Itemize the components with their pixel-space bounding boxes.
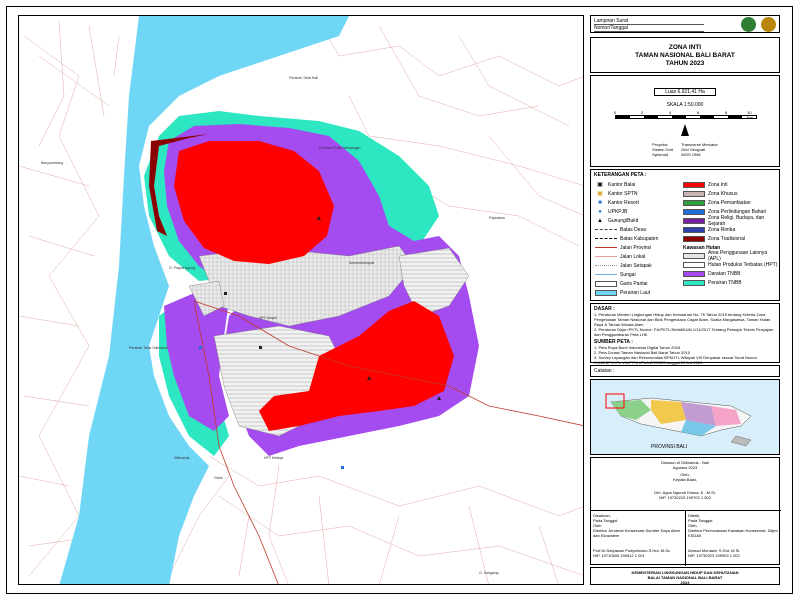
- map-canvas[interactable]: Banyuwedang Perairan Selat Bali Perairan…: [18, 15, 584, 585]
- scale-tick-0: 0: [614, 110, 617, 115]
- legend-title: KETERANGAN PETA :: [594, 172, 647, 178]
- legend-daratan: Daratan TNBB: [683, 269, 779, 278]
- legend-line-batas-kab: Batas Kabupaten: [595, 234, 685, 243]
- legend-line-jalan-lokal: Jalan Lokal: [595, 252, 685, 261]
- mountain-icon: ▲: [597, 217, 603, 224]
- scale-tick-4: 4: [669, 110, 672, 115]
- dasar-box: DASAR : 1. Peraturan Menteri Lingkungan …: [590, 303, 780, 365]
- legend-zona-tradisional: Zona Tradisional: [683, 234, 779, 243]
- sig-kepala-nip: NIP. 19730219 199703 1 002: [659, 495, 711, 500]
- legend-hpt: Hutan Produksi Terbatas (HPT): [683, 260, 779, 269]
- inset-map: PROVINSI BALI: [591, 380, 779, 454]
- legend-item-upkpjb: ● UPKPJB: [595, 207, 685, 216]
- title-line2: TAMAN NASIONAL BALI BARAT: [635, 52, 735, 59]
- catatan-label: Catatan :: [594, 368, 615, 374]
- map-label-hpt-ampel: HPT Ampel: [259, 316, 277, 320]
- sig-right: Diteliti, Pada Tanggal Oleh, Direktur Pe…: [686, 510, 781, 566]
- scale-box: Luas 6.921,41 Ha SKALA 1:50.000 0 2 4 6 …: [590, 75, 780, 167]
- map-label-pejarakan: Pejarakan: [489, 216, 505, 220]
- map-label-banyuwedang: Banyuwedang: [41, 161, 64, 165]
- scale-bar: 0 2 4 6 8 10 Km: [614, 110, 757, 120]
- map-label-hpt-melaya: HPT Melaya: [264, 456, 284, 460]
- legend-box: KETERANGAN PETA : ▣ Kantor Balai ▣ Kantor …: [590, 169, 780, 301]
- footer-box: KEMENTERIAN LINGKUNGAN HIDUP DAN KEHUTAN…: [590, 567, 780, 585]
- legend-apl: Area Penggunaan Lainnya (APL): [683, 250, 779, 262]
- proj-value-2: WGS 1984: [681, 152, 701, 157]
- footer-line3: 2023: [680, 580, 690, 585]
- map-label-sangiang: G. Sangiang: [479, 571, 499, 575]
- map-label-prapat-agung: G. Prapat Agung: [169, 266, 195, 270]
- legend-line-sungai: Sungai: [595, 270, 685, 279]
- office-icon: ▣: [597, 182, 603, 188]
- catatan-box: Catatan :: [590, 365, 780, 377]
- zonation-map: [19, 16, 583, 584]
- lampiran-label: Lampiran Surat: [594, 18, 704, 25]
- signature-box: Disusun di Gilimanuk - Bali Agustus 2023…: [590, 457, 781, 566]
- scale-label: SKALA 1:50.000: [666, 102, 704, 108]
- sig-left: Disahkan, Pada Tanggal Oleh Direktur Jen…: [591, 510, 686, 566]
- legend-area-garis-pantai: Garis Pantai: [595, 279, 685, 288]
- dasar-item-2: 2. Peraturan Dirjen PKTL Nomor: P.6/PKTL…: [594, 327, 774, 337]
- legend-zona-pemanfaatan: Zona Pemanfaatan: [683, 198, 779, 207]
- legend-item-gunung: ▲ Gunung/Bukit: [595, 216, 685, 225]
- area-label: Luas 6.921,41 Ha: [654, 88, 716, 96]
- sig-left-nip: NIP. 19710809 199512 1 001: [593, 553, 645, 558]
- map-info-panel: Lampiran Surat Nomor/Tanggal ZONA INTI T…: [590, 15, 781, 585]
- legend-item-kantor-sptn: ▣ Kantor SPTN: [595, 189, 685, 198]
- map-label-sumberklampok: Sumberklampok: [349, 261, 375, 265]
- lampiran-box: Lampiran Surat Nomor/Tanggal: [590, 15, 780, 33]
- scale-tick-2: 2: [641, 110, 644, 115]
- legend-area-perairan-laut: Perairan Laut: [595, 288, 685, 297]
- sig-kepala: Kepala Balai,: [673, 477, 697, 482]
- title-box: ZONA INTI TAMAN NASIONAL BALI BARAT TAHU…: [590, 37, 780, 73]
- logo-kementerian-icon: [741, 17, 756, 32]
- legend-item-kantor-balai: ▣ Kantor Balai: [595, 180, 685, 189]
- legend-line-setapak: Jalan Setapak: [595, 261, 685, 270]
- legend-item-kantor-resort: ■ Kantor Resort: [595, 198, 685, 207]
- north-arrow-icon: [681, 124, 689, 136]
- sig-date: Agustus 2023: [672, 465, 698, 470]
- legend-zona-religi: Zona Religi, Budaya, dan Sejarah: [683, 215, 779, 227]
- map-label-menjangan: Perairan Pulau Menjangan: [319, 146, 361, 150]
- legend-perairan: Perairan TNBB: [683, 278, 779, 287]
- dasar-item-1: 1. Peraturan Menteri Lingkungan Hidup da…: [594, 312, 771, 327]
- scale-tick-6: 6: [697, 110, 700, 115]
- map-label-gilimanuk: Gilimanuk: [174, 456, 190, 460]
- legend-line-jalan-prov: Jalan Provinsi: [595, 243, 685, 252]
- inset-label: PROVINSI BALI: [651, 444, 687, 450]
- resort-icon: ■: [598, 199, 602, 206]
- map-label-cekik: Cekik: [214, 476, 223, 480]
- map-label-selat-bali: Perairan Selat Bali: [289, 76, 318, 80]
- post-icon: ●: [598, 208, 602, 215]
- legend-line-batas-desa: Batas Desa: [595, 225, 685, 234]
- inset-box: Peta Situasi Provinsi Bali PROVINSI BALI: [590, 379, 780, 455]
- legend-zona-inti: Zona Inti: [683, 180, 779, 189]
- sig-right-nip: NIP. 19730323 199903 1 002: [688, 553, 740, 558]
- scale-tick-10: 10 Km: [747, 110, 753, 120]
- office-icon: ▣: [597, 191, 603, 197]
- logo-tnbb-icon: [761, 17, 776, 32]
- legend-zona-khusus: Zona Khusus: [683, 189, 779, 198]
- title-line1: ZONA INTI: [668, 44, 702, 51]
- sumber-item-3: 3. Survey Lapangan dan Rekomendasi BPKHT…: [594, 355, 758, 365]
- scale-tick-8: 8: [725, 110, 728, 115]
- nomor-label: Nomor/Tanggal: [594, 25, 704, 32]
- map-label-teluk-gilimanuk: Perairan Teluk Gilimanuk: [129, 346, 168, 350]
- title-line3: TAHUN 2023: [665, 60, 705, 67]
- proj-label-2: Spheroid: [652, 152, 669, 157]
